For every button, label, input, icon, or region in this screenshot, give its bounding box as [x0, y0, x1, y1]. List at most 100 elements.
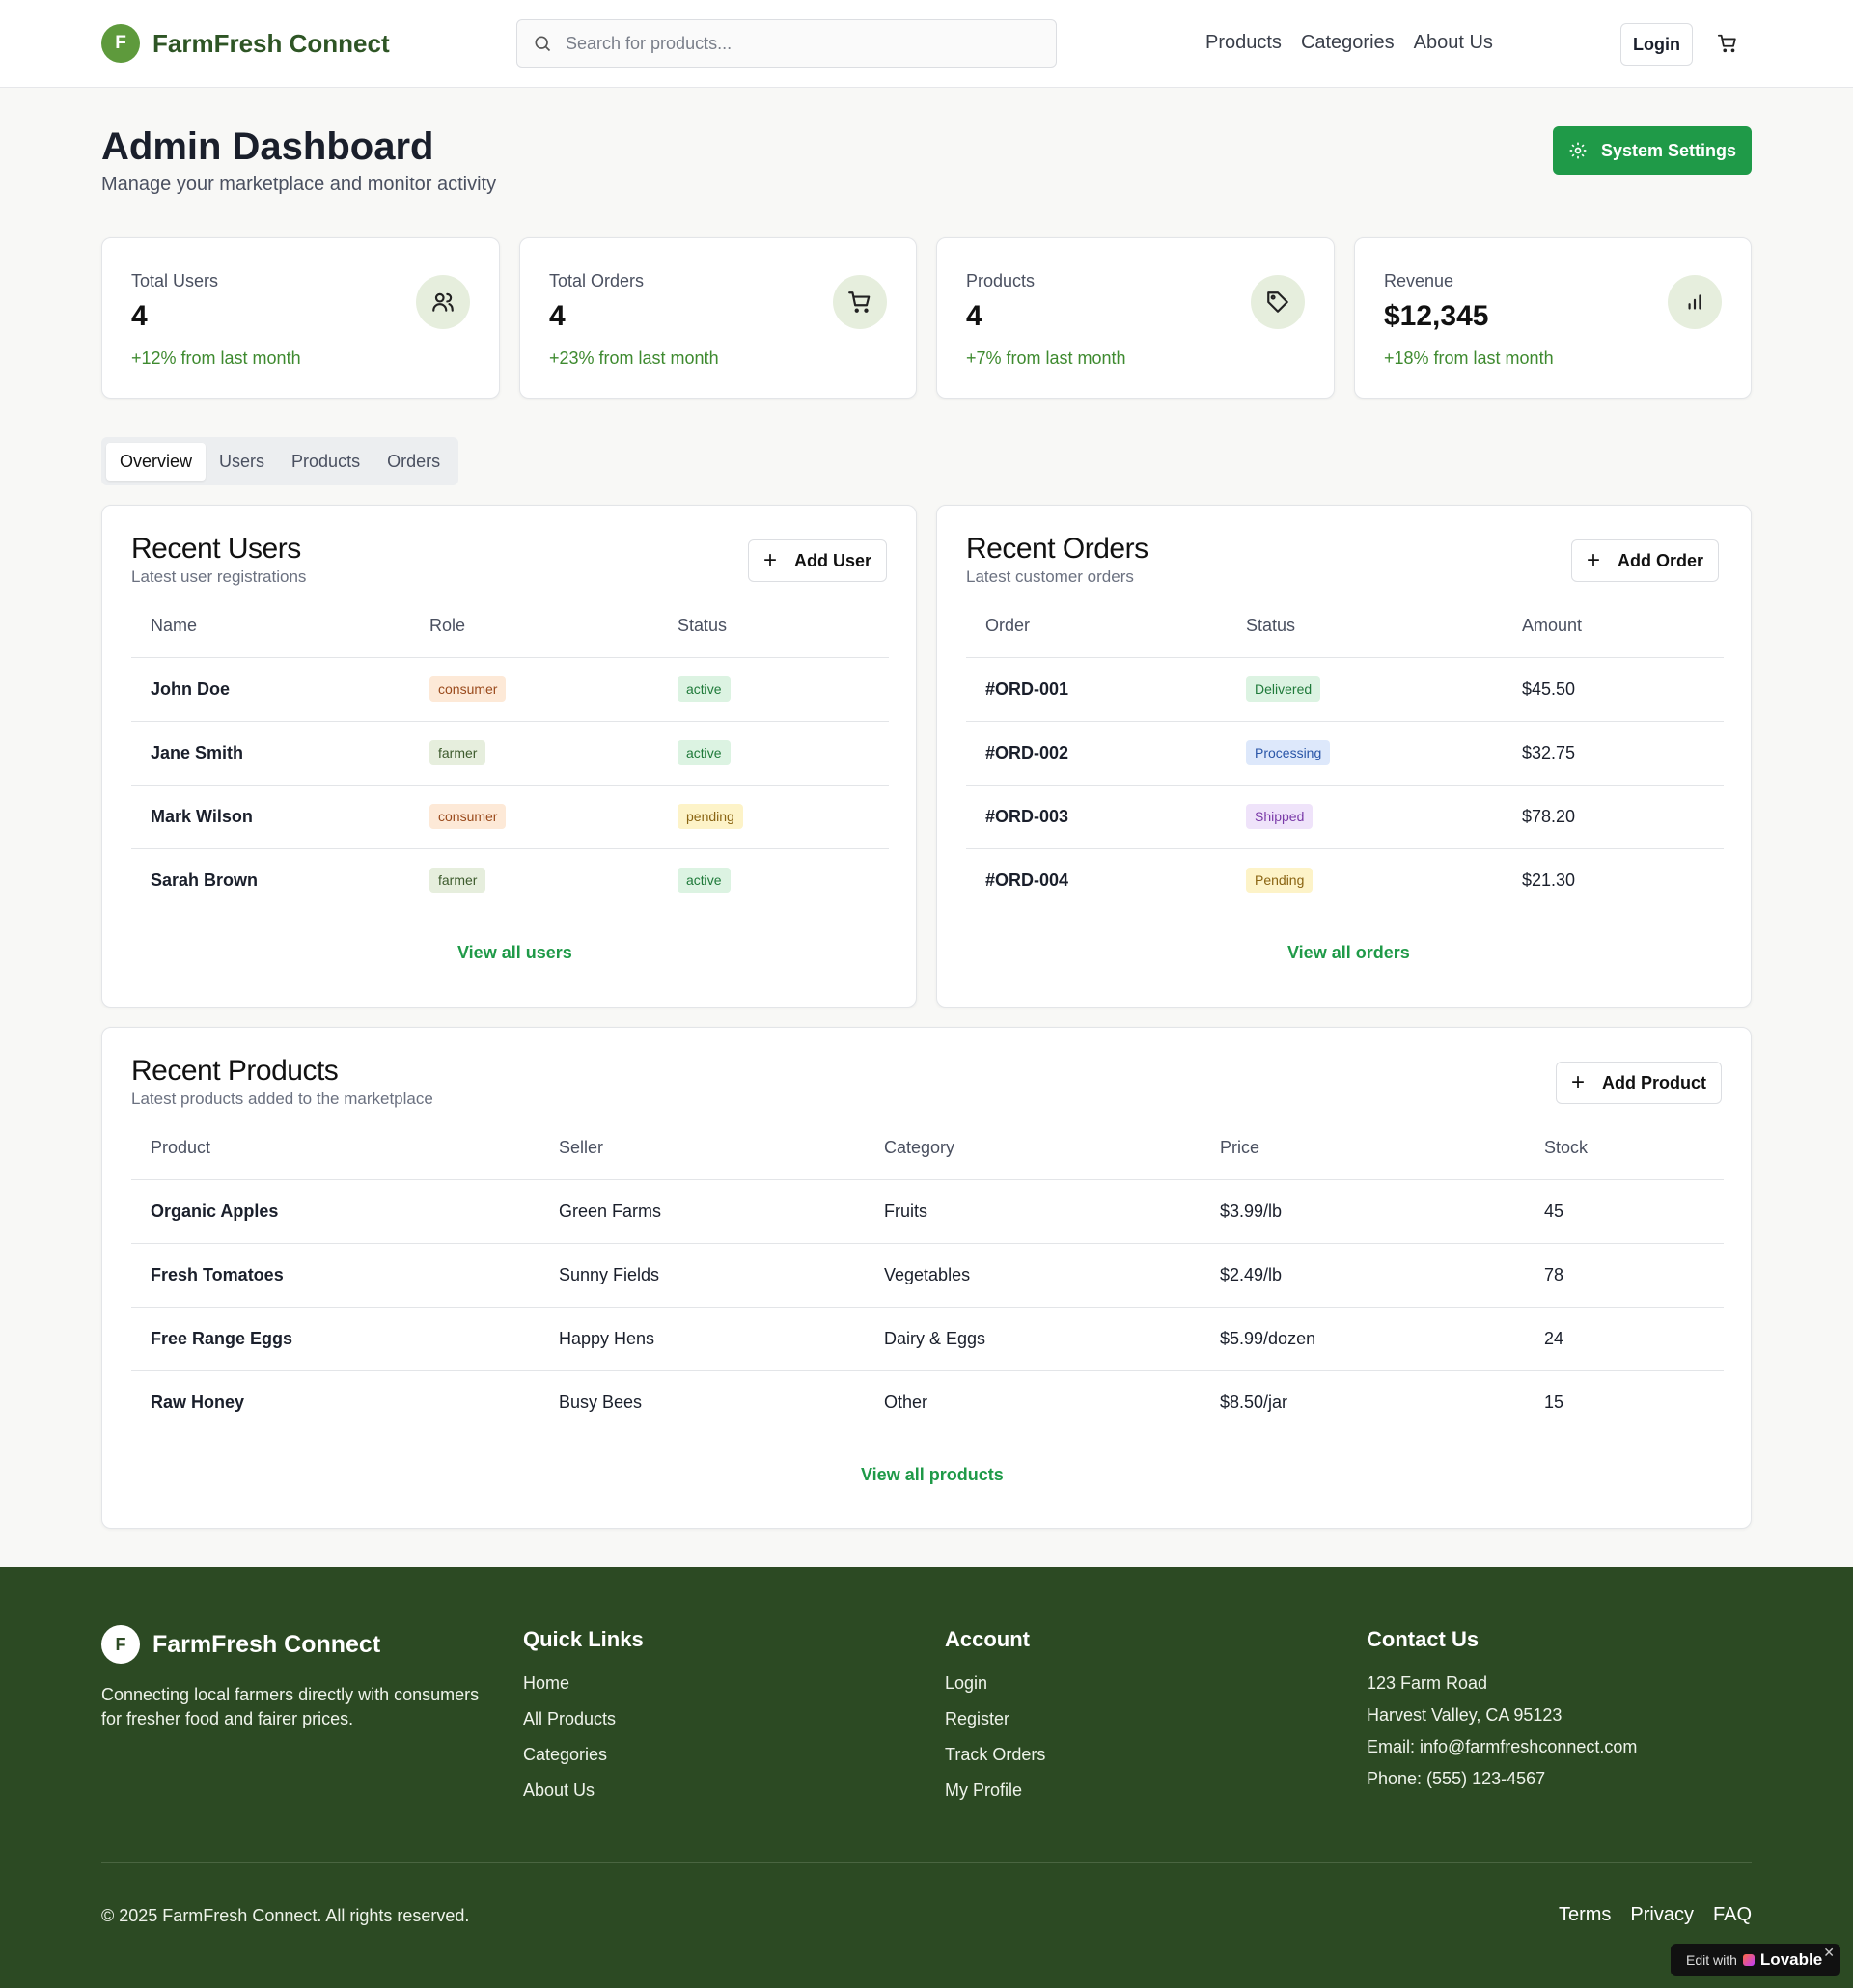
- add-product-button[interactable]: + Add Product: [1556, 1062, 1723, 1104]
- user-name: John Doe: [131, 657, 410, 722]
- settings-label: System Settings: [1600, 140, 1737, 160]
- view-all-orders-link[interactable]: View all orders: [1287, 943, 1410, 963]
- tag-icon: [1251, 275, 1305, 329]
- footer-link-login[interactable]: Login: [945, 1673, 1045, 1694]
- footer-link-my-profile[interactable]: My Profile: [945, 1781, 1045, 1801]
- stat-value: 4: [131, 300, 148, 332]
- add-order-button[interactable]: + Add Order: [1571, 539, 1720, 582]
- product-seller: Happy Hens: [539, 1307, 865, 1371]
- table-row[interactable]: Free Range Eggs Happy Hens Dairy & Eggs …: [131, 1307, 1724, 1371]
- plus-icon: +: [763, 547, 778, 573]
- status-cell: Delivered: [1227, 657, 1503, 722]
- add-user-button[interactable]: + Add User: [748, 539, 888, 582]
- role-badge: consumer: [429, 676, 507, 702]
- status-badge: active: [678, 676, 731, 702]
- section-title: Recent Products: [131, 1055, 339, 1087]
- main-nav: Products Categories About Us: [1205, 32, 1493, 54]
- footer-heading: Contact Us: [1367, 1627, 1480, 1651]
- role-cell: consumer: [410, 657, 658, 722]
- stat-change: +23% from last month: [549, 348, 719, 368]
- table-row[interactable]: #ORD-002 Processing $32.75: [966, 721, 1724, 786]
- recent-users-card: Recent Users Latest user registrations +…: [101, 505, 917, 1008]
- plus-icon: +: [1571, 1069, 1586, 1095]
- footer-legal-links: Terms Privacy FAQ: [1559, 1904, 1752, 1926]
- footer-logo[interactable]: F FarmFresh Connect: [101, 1625, 380, 1664]
- table-row[interactable]: John Doe consumer active: [131, 657, 889, 722]
- footer-link-track-orders[interactable]: Track Orders: [945, 1745, 1045, 1765]
- footer-link-categories[interactable]: Categories: [523, 1745, 644, 1765]
- table-row[interactable]: Jane Smith farmer active: [131, 721, 889, 786]
- nav-about-us[interactable]: About Us: [1414, 32, 1493, 54]
- footer-divider: [101, 1862, 1752, 1863]
- product-price: $3.99/lb: [1201, 1179, 1525, 1244]
- tab-overview[interactable]: Overview: [106, 442, 207, 481]
- cart-icon[interactable]: [1717, 33, 1738, 54]
- stat-label: Total Orders: [549, 271, 645, 290]
- system-settings-button[interactable]: System Settings: [1553, 126, 1752, 175]
- column-header: Price: [1201, 1118, 1525, 1180]
- nav-products[interactable]: Products: [1205, 32, 1282, 54]
- footer-contact: Contact Us 123 Farm Road Harvest Valley,…: [1367, 1627, 1637, 1801]
- footer-link-faq[interactable]: FAQ: [1713, 1904, 1752, 1926]
- view-all-products-link[interactable]: View all products: [861, 1465, 1004, 1485]
- table-header-row: Order Status Amount: [966, 595, 1724, 658]
- order-id: #ORD-004: [985, 870, 1069, 890]
- footer-link-home[interactable]: Home: [523, 1673, 644, 1694]
- stat-change: +7% from last month: [966, 348, 1126, 368]
- search-input[interactable]: [566, 33, 1029, 54]
- column-header: Amount: [1503, 595, 1724, 658]
- footer-link-terms[interactable]: Terms: [1559, 1904, 1611, 1926]
- footer-link-register[interactable]: Register: [945, 1709, 1045, 1729]
- table-row[interactable]: Fresh Tomatoes Sunny Fields Vegetables $…: [131, 1243, 1724, 1308]
- gear-icon: [1569, 142, 1587, 159]
- view-all-users-link[interactable]: View all users: [457, 943, 572, 963]
- close-icon[interactable]: ✕: [1823, 1945, 1835, 1961]
- user-name: Mark Wilson: [131, 785, 410, 849]
- footer-link-about-us[interactable]: About Us: [523, 1781, 644, 1801]
- edit-with-lovable-badge[interactable]: Edit with Lovable ✕: [1671, 1944, 1840, 1976]
- status-badge: active: [678, 740, 731, 765]
- login-button[interactable]: Login: [1620, 23, 1693, 66]
- tab-products[interactable]: Products: [278, 443, 373, 481]
- table-row[interactable]: #ORD-004 Pending $21.30: [966, 848, 1724, 912]
- section-subtitle: Latest customer orders: [966, 567, 1134, 586]
- contact-address-line1: 123 Farm Road: [1367, 1673, 1488, 1693]
- footer-quick-links: Quick Links Home All Products Categories…: [523, 1627, 644, 1816]
- order-amount: $21.30: [1522, 870, 1576, 890]
- table-row[interactable]: Sarah Brown farmer active: [131, 848, 889, 912]
- tab-orders[interactable]: Orders: [373, 443, 454, 481]
- table-row[interactable]: #ORD-003 Shipped $78.20: [966, 785, 1724, 849]
- tab-users[interactable]: Users: [206, 443, 278, 481]
- contact-email: Email: info@farmfreshconnect.com: [1367, 1737, 1638, 1756]
- nav-categories[interactable]: Categories: [1301, 32, 1395, 54]
- table-row[interactable]: #ORD-001 Delivered $45.50: [966, 657, 1724, 722]
- dashboard-tabs: Overview Users Products Orders: [101, 437, 459, 485]
- table-header-row: Name Role Status: [131, 595, 889, 658]
- status-badge: active: [678, 868, 731, 894]
- site-footer: F FarmFresh Connect Connecting local far…: [0, 1567, 1853, 1988]
- footer-link-privacy[interactable]: Privacy: [1630, 1904, 1694, 1926]
- footer-link-all-products[interactable]: All Products: [523, 1709, 644, 1729]
- product-category: Other: [884, 1392, 928, 1412]
- column-header: Category: [865, 1118, 1201, 1180]
- column-header: Stock: [1525, 1118, 1724, 1180]
- bar-chart-icon: [1668, 275, 1722, 329]
- product-name: Raw Honey: [151, 1392, 245, 1412]
- product-name: Organic Apples: [131, 1179, 539, 1244]
- order-id: #ORD-003: [966, 785, 1227, 849]
- footer-heading: Account: [945, 1627, 1030, 1651]
- add-order-label: Add Order: [1618, 550, 1704, 570]
- order-id: #ORD-001: [966, 657, 1227, 722]
- section-subtitle: Latest user registrations: [131, 567, 307, 586]
- product-category: Dairy & Eggs: [865, 1307, 1201, 1371]
- products-table: Product Seller Category Price Stock Orga…: [131, 1118, 1724, 1434]
- brand-logo[interactable]: F FarmFresh Connect: [101, 24, 390, 63]
- column-header: Seller: [539, 1118, 865, 1180]
- footer-brand: FarmFresh Connect: [152, 1630, 381, 1658]
- table-row[interactable]: Raw Honey Busy Bees Other $8.50/jar 15: [131, 1370, 1724, 1434]
- search-bar[interactable]: [516, 19, 1057, 68]
- table-row[interactable]: Mark Wilson consumer pending: [131, 785, 889, 849]
- plus-icon: +: [1587, 547, 1601, 573]
- user-name: Jane Smith: [131, 721, 410, 786]
- table-row[interactable]: Organic Apples Green Farms Fruits $3.99/…: [131, 1179, 1724, 1244]
